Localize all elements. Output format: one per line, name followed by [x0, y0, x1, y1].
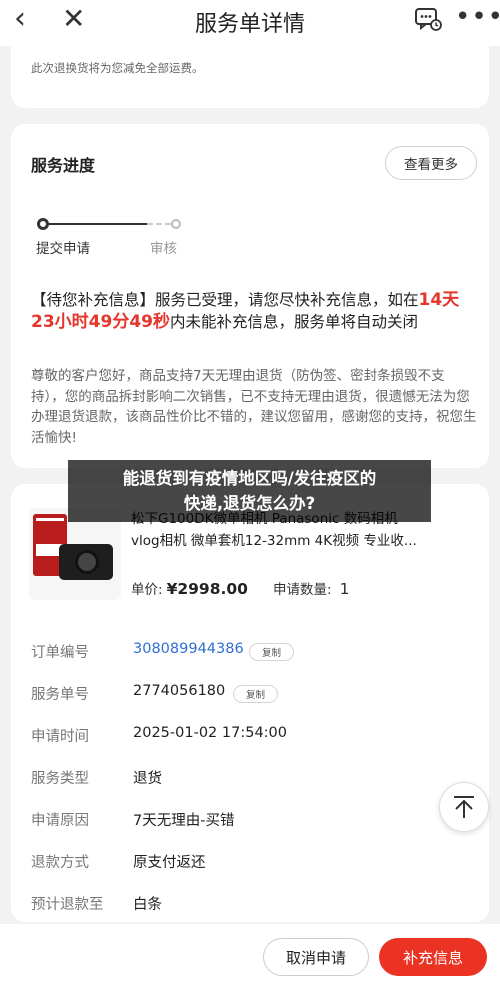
progress-steps [37, 218, 197, 232]
back-to-top-button[interactable] [439, 782, 489, 832]
camera-icon [59, 544, 113, 580]
apply-reason-row: 申请原因 7天无理由-买错 [31, 813, 235, 829]
apply-time-row: 申请时间 2025-01-02 17:54:00 [31, 725, 287, 745]
step-label-submit: 提交申请 [36, 241, 90, 257]
service-progress-card: 服务进度 查看更多 提交申请 审核 【待您补充信息】服务已受理，请您尽快补充信息… [11, 124, 489, 468]
customer-service-icon[interactable] [414, 6, 442, 32]
supplement-info-button[interactable]: 补充信息 [379, 938, 487, 976]
more-icon[interactable]: ••• [455, 2, 500, 32]
apply-quantity: 申请数量: 1 [273, 580, 350, 598]
progress-heading: 服务进度 [31, 156, 96, 175]
refund-destination-row: 预计退款至 白条 [31, 897, 162, 913]
order-number-row: 订单编号 308089944386 复制 [31, 641, 471, 663]
step-label-review: 审核 [150, 241, 177, 257]
cancel-application-button[interactable]: 取消申请 [263, 938, 369, 976]
order-number-link[interactable]: 308089944386 [133, 641, 244, 657]
nav-bar: ‹ ✕ 服务单详情 ••• [0, 0, 500, 46]
arrow-up-icon [454, 796, 474, 818]
service-number-row: 服务单号 2774056180 复制 [31, 683, 471, 705]
order-detail-card: 松下G100DK微单相机 Panasonic 数码相机 vlog相机 微单套机1… [11, 484, 489, 922]
copy-service-number-button[interactable]: 复制 [233, 685, 279, 703]
service-type-row: 服务类型 退货 [31, 771, 162, 787]
step-pending-dot [171, 219, 181, 229]
unit-price: 单价: ¥2998.00 [131, 580, 248, 598]
caption-overlay: 能退货到有疫情地区吗/发往疫区的 快递,退货怎么办? [68, 460, 431, 522]
freight-notice-card: 此次退换货将为您减免全部运费。 [11, 46, 489, 108]
bottom-action-bar: 取消申请 补充信息 [0, 924, 500, 984]
step-done-dot [37, 218, 49, 230]
view-more-button[interactable]: 查看更多 [385, 146, 477, 180]
refund-method-row: 退款方式 原支付返还 [31, 855, 206, 871]
copy-order-number-button[interactable]: 复制 [249, 643, 295, 661]
freight-notice-text: 此次退换货将为您减免全部运费。 [31, 61, 204, 75]
status-message: 【待您补充信息】服务已受理，请您尽快补充信息，如在14天23小时49分49秒内未… [31, 290, 460, 332]
status-description: 尊敬的客户您好，商品支持7天无理由退货（防伪签、密封条损毁不支持），您的商品拆封… [31, 368, 477, 446]
